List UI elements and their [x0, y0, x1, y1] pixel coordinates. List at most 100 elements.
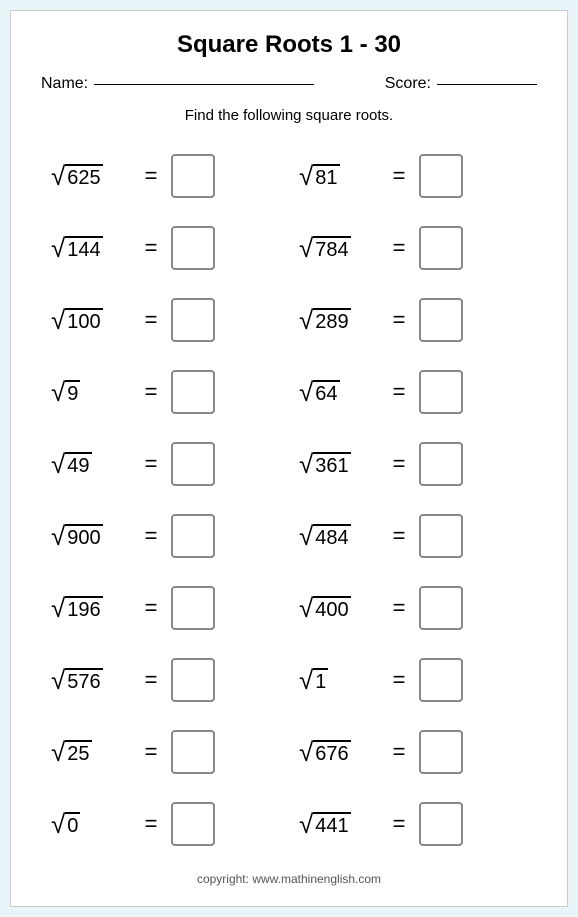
problem-row: √676 =	[289, 716, 537, 788]
radical-symbol-group: √100	[51, 307, 103, 333]
problem-row: √784 =	[289, 212, 537, 284]
score-field: Score:	[385, 75, 537, 93]
sqrt-expression: √100	[51, 307, 131, 333]
problem-row: √144 =	[41, 212, 289, 284]
equals-sign: =	[389, 595, 409, 621]
problem-row: √900 =	[41, 500, 289, 572]
radicand: 361	[313, 452, 350, 477]
radical-symbol-group: √81	[299, 163, 340, 189]
radical-sign: √	[299, 739, 313, 765]
radical-sign: √	[51, 523, 65, 549]
radical-sign: √	[299, 667, 313, 693]
answer-box[interactable]	[419, 658, 463, 702]
radical-symbol-group: √576	[51, 667, 103, 693]
radical-sign: √	[51, 163, 65, 189]
radicand: 144	[65, 236, 102, 261]
problem-row: √81 =	[289, 140, 537, 212]
problem-row: √625 =	[41, 140, 289, 212]
equals-sign: =	[389, 667, 409, 693]
radical-sign: √	[299, 235, 313, 261]
equals-sign: =	[389, 451, 409, 477]
radical-symbol-group: √784	[299, 235, 351, 261]
score-label: Score:	[385, 75, 431, 93]
radicand: 625	[65, 164, 102, 189]
radical-sign: √	[51, 811, 65, 837]
name-label: Name:	[41, 75, 88, 93]
sqrt-expression: √484	[299, 523, 379, 549]
sqrt-expression: √361	[299, 451, 379, 477]
instructions: Find the following square roots.	[41, 107, 537, 124]
equals-sign: =	[141, 523, 161, 549]
page-title: Square Roots 1 - 30	[41, 31, 537, 59]
problem-row: √0 =	[41, 788, 289, 860]
radical-sign: √	[51, 307, 65, 333]
radicand: 81	[313, 164, 339, 189]
problem-row: √484 =	[289, 500, 537, 572]
equals-sign: =	[141, 163, 161, 189]
sqrt-expression: √64	[299, 379, 379, 405]
radicand: 9	[65, 380, 80, 405]
answer-box[interactable]	[171, 226, 215, 270]
radicand: 400	[313, 596, 350, 621]
copyright: copyright: www.mathinenglish.com	[41, 872, 537, 886]
radical-sign: √	[51, 667, 65, 693]
sqrt-expression: √576	[51, 667, 131, 693]
radical-sign: √	[51, 595, 65, 621]
answer-box[interactable]	[171, 586, 215, 630]
sqrt-expression: √900	[51, 523, 131, 549]
radical-symbol-group: √625	[51, 163, 103, 189]
equals-sign: =	[389, 523, 409, 549]
equals-sign: =	[141, 379, 161, 405]
radical-symbol-group: √676	[299, 739, 351, 765]
answer-box[interactable]	[171, 298, 215, 342]
answer-box[interactable]	[419, 154, 463, 198]
answer-box[interactable]	[419, 730, 463, 774]
right-column: √81 = √784 = √289 =	[289, 140, 537, 860]
radicand: 441	[313, 812, 350, 837]
sqrt-expression: √676	[299, 739, 379, 765]
page: Square Roots 1 - 30 Name: Score: Find th…	[10, 10, 568, 907]
problem-row: √9 =	[41, 356, 289, 428]
answer-box[interactable]	[419, 442, 463, 486]
equals-sign: =	[141, 235, 161, 261]
answer-box[interactable]	[171, 730, 215, 774]
name-score-row: Name: Score:	[41, 75, 537, 93]
equals-sign: =	[141, 307, 161, 333]
radical-sign: √	[299, 523, 313, 549]
answer-box[interactable]	[419, 514, 463, 558]
radical-symbol-group: √400	[299, 595, 351, 621]
radicand: 100	[65, 308, 102, 333]
sqrt-expression: √784	[299, 235, 379, 261]
radicand: 64	[313, 380, 339, 405]
answer-box[interactable]	[419, 802, 463, 846]
answer-box[interactable]	[419, 586, 463, 630]
name-field: Name:	[41, 75, 314, 93]
problem-row: √576 =	[41, 644, 289, 716]
radical-symbol-group: √441	[299, 811, 351, 837]
answer-box[interactable]	[171, 802, 215, 846]
radical-symbol-group: √9	[51, 379, 80, 405]
equals-sign: =	[389, 235, 409, 261]
answer-box[interactable]	[419, 226, 463, 270]
answer-box[interactable]	[171, 370, 215, 414]
equals-sign: =	[141, 811, 161, 837]
answer-box[interactable]	[171, 658, 215, 702]
answer-box[interactable]	[171, 442, 215, 486]
answer-box[interactable]	[171, 514, 215, 558]
sqrt-expression: √400	[299, 595, 379, 621]
name-line	[94, 84, 314, 85]
equals-sign: =	[141, 451, 161, 477]
left-column: √625 = √144 = √100 =	[41, 140, 289, 860]
equals-sign: =	[141, 739, 161, 765]
radicand: 784	[313, 236, 350, 261]
radicand: 484	[313, 524, 350, 549]
radical-symbol-group: √1	[299, 667, 328, 693]
problem-row: √25 =	[41, 716, 289, 788]
radical-symbol-group: √144	[51, 235, 103, 261]
answer-box[interactable]	[419, 370, 463, 414]
radical-symbol-group: √25	[51, 739, 92, 765]
radicand: 576	[65, 668, 102, 693]
answer-box[interactable]	[171, 154, 215, 198]
answer-box[interactable]	[419, 298, 463, 342]
equals-sign: =	[389, 163, 409, 189]
